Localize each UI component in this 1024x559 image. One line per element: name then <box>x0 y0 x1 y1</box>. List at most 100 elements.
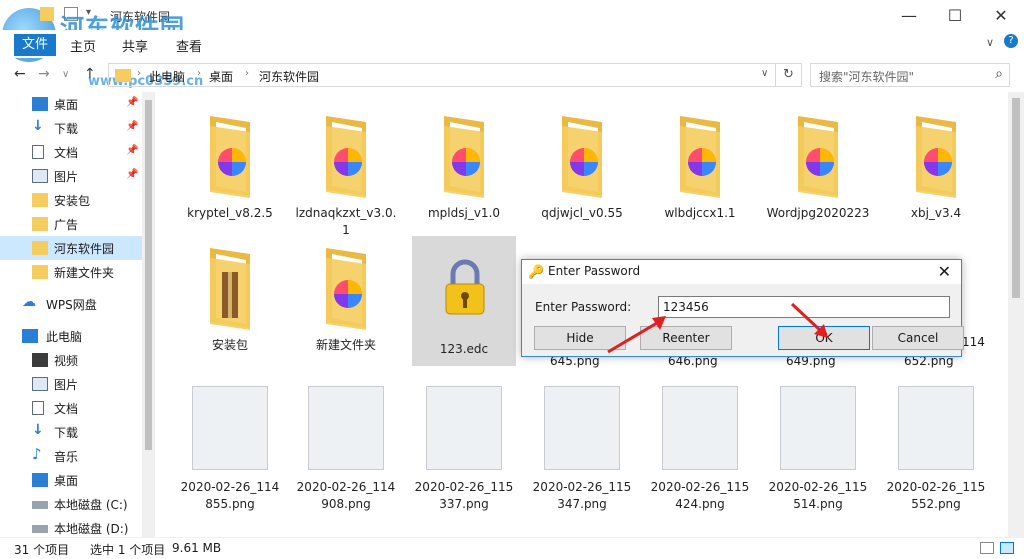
sidebar-item[interactable]: 河东软件园 <box>0 236 142 260</box>
sidebar-scrollbar[interactable] <box>142 92 155 537</box>
sidebar-item[interactable]: 桌面 📌 <box>0 92 142 116</box>
file-name: 2020-02-26_114908.png <box>296 480 396 511</box>
recent-locations-icon[interactable]: ∨ <box>62 69 69 80</box>
quick-access-folder-icon[interactable] <box>40 7 54 21</box>
drive-icon <box>32 501 48 509</box>
collapse-ribbon-icon[interactable]: ∨ <box>986 36 994 49</box>
file-item[interactable]: 123.edc <box>412 236 516 366</box>
main-scrollbar[interactable] <box>1008 92 1024 537</box>
sidebar-item[interactable]: 本地磁盘 (C:) <box>0 492 142 516</box>
screenshot-thumbnail <box>308 386 384 470</box>
title-bar: ▾ 河东软件园 河东软件园 — ☐ ✕ <box>0 0 1024 62</box>
file-item[interactable]: lzdnaqkzxt_v3.0.1 <box>294 100 398 237</box>
ribbon-tabs: 文件 主页 共享 查看 www.pc0359.cn ∨ ? <box>0 30 1024 89</box>
large-icons-view-icon[interactable] <box>1000 542 1014 554</box>
search-input[interactable]: 搜索"河东软件园" ⌕ <box>810 63 1010 87</box>
help-icon[interactable]: ? <box>1004 34 1018 48</box>
breadcrumb-this-pc[interactable]: 此电脑 <box>149 68 185 85</box>
address-bar[interactable]: › 此电脑 › 桌面 › 河东软件园 ∨ <box>108 63 776 87</box>
refresh-button[interactable]: ↻ <box>776 63 802 87</box>
file-item[interactable]: 2020-02-26_115337.png <box>412 374 516 511</box>
minimize-button[interactable]: — <box>886 0 932 30</box>
file-item[interactable]: qdjwjcl_v0.55 <box>530 100 634 230</box>
file-name: kryptel_v8.2.5 <box>187 206 273 220</box>
file-item[interactable]: 2020-02-26_114908.png <box>294 374 398 511</box>
details-view-icon[interactable] <box>980 542 994 554</box>
folder-icon <box>32 265 48 279</box>
picture-icon <box>32 169 48 183</box>
file-item[interactable]: 2020-02-26_115424.png <box>648 374 752 511</box>
breadcrumb-desktop[interactable]: 桌面 <box>209 68 233 85</box>
sidebar-item[interactable]: ☁ WPS网盘 <box>0 292 142 316</box>
file-item[interactable]: mpldsj_v1.0 <box>412 100 516 230</box>
file-name: 123.edc <box>439 342 489 356</box>
file-name: Wordjpg2020223 <box>766 206 870 220</box>
file-item[interactable]: 2020-02-26_115514.png <box>766 374 870 511</box>
address-dropdown-icon[interactable]: ∨ <box>761 68 768 79</box>
sidebar-item[interactable]: 桌面 <box>0 468 142 492</box>
close-button[interactable]: ✕ <box>978 0 1024 30</box>
file-item[interactable]: 新建文件夹 <box>294 232 398 362</box>
sidebar-item[interactable]: 图片 📌 <box>0 164 142 188</box>
navigation-pane: 桌面 📌 ↓ 下载 📌 文档 📌 图片 📌 安装包 广告 河东软件园 新建文件夹 ☁ WPS网盘 此电脑 视频图… <box>0 92 155 537</box>
folder-icon <box>326 248 366 330</box>
sidebar-item[interactable]: 文档 📌 <box>0 140 142 164</box>
folder-icon <box>32 241 48 255</box>
sidebar-item-label: 新建文件夹 <box>54 266 115 280</box>
file-item[interactable]: 2020-02-26_114855.png <box>178 374 282 511</box>
download-icon: ↓ <box>32 422 44 438</box>
sidebar-item-label: 下载 <box>54 426 79 440</box>
tab-home[interactable]: 主页 <box>70 36 96 55</box>
sidebar-item[interactable]: 图片 <box>0 372 142 396</box>
forward-arrow-icon[interactable]: → <box>38 66 50 82</box>
password-dialog: 🔑 Enter Password ✕ Enter Password: 12345… <box>521 259 964 357</box>
breadcrumb-current[interactable]: 河东软件园 <box>259 68 319 85</box>
folder-icon <box>326 116 366 198</box>
sidebar-item[interactable]: 安装包 <box>0 188 142 212</box>
folder-icon <box>444 116 484 198</box>
up-arrow-icon[interactable]: ↑ <box>84 66 96 82</box>
main-scrollbar-thumb[interactable] <box>1012 98 1020 298</box>
file-name: 2020-02-26_115347.png <box>532 480 632 511</box>
tab-view[interactable]: 查看 <box>176 36 202 55</box>
file-name: 2020-02-26_115337.png <box>414 480 514 511</box>
document-icon <box>32 401 44 415</box>
sidebar-item[interactable]: 广告 <box>0 212 142 236</box>
sidebar-scrollbar-thumb[interactable] <box>145 100 152 450</box>
sidebar-item-label: 文档 <box>54 402 79 416</box>
dialog-title-bar: 🔑 Enter Password ✕ <box>522 260 961 284</box>
pin-icon: 📌 <box>126 97 139 108</box>
file-item[interactable]: 2020-02-26_115552.png <box>884 374 988 511</box>
file-item[interactable]: wlbdjccx1.1 <box>648 100 752 230</box>
sidebar-item[interactable]: ♪ 音乐 <box>0 444 142 468</box>
back-arrow-icon[interactable]: ← <box>14 66 26 82</box>
sidebar-item[interactable]: 文档 <box>0 396 142 420</box>
folder-icon <box>115 69 131 82</box>
sidebar-item[interactable]: ↓ 下载 <box>0 420 142 444</box>
pin-icon: 📌 <box>126 145 139 156</box>
file-item[interactable]: xbj_v3.4 <box>884 100 988 230</box>
sidebar-item-label: 文档 <box>54 146 79 160</box>
file-item[interactable]: kryptel_v8.2.5 <box>178 100 282 230</box>
desktop-icon <box>32 473 48 487</box>
sidebar-item[interactable]: 新建文件夹 <box>0 260 142 284</box>
maximize-button[interactable]: ☐ <box>932 0 978 30</box>
file-item[interactable]: 2020-02-26_115347.png <box>530 374 634 511</box>
tab-share[interactable]: 共享 <box>122 36 148 55</box>
computer-icon <box>22 329 38 343</box>
navigation-bar: ← → ∨ ↑ › 此电脑 › 桌面 › 河东软件园 ∨ ↻ 搜索"河东软件园"… <box>0 60 1024 90</box>
sidebar-item-label: 桌面 <box>54 98 79 112</box>
file-name: 新建文件夹 <box>315 338 376 352</box>
music-icon: ♪ <box>32 445 42 463</box>
sidebar-item[interactable]: 此电脑 <box>0 324 142 348</box>
sidebar-item-label: 图片 <box>54 170 79 184</box>
sidebar-item[interactable]: ↓ 下载 📌 <box>0 116 142 140</box>
file-item[interactable]: 安装包 <box>178 232 282 362</box>
folder-icon <box>32 217 48 231</box>
file-item[interactable]: Wordjpg2020223 <box>766 100 870 230</box>
cancel-button[interactable]: Cancel <box>872 326 964 350</box>
tab-file[interactable]: 文件 <box>14 34 56 56</box>
sidebar-item-label: 桌面 <box>54 474 79 488</box>
sidebar-item[interactable]: 视频 <box>0 348 142 372</box>
dialog-close-icon[interactable]: ✕ <box>938 262 951 281</box>
